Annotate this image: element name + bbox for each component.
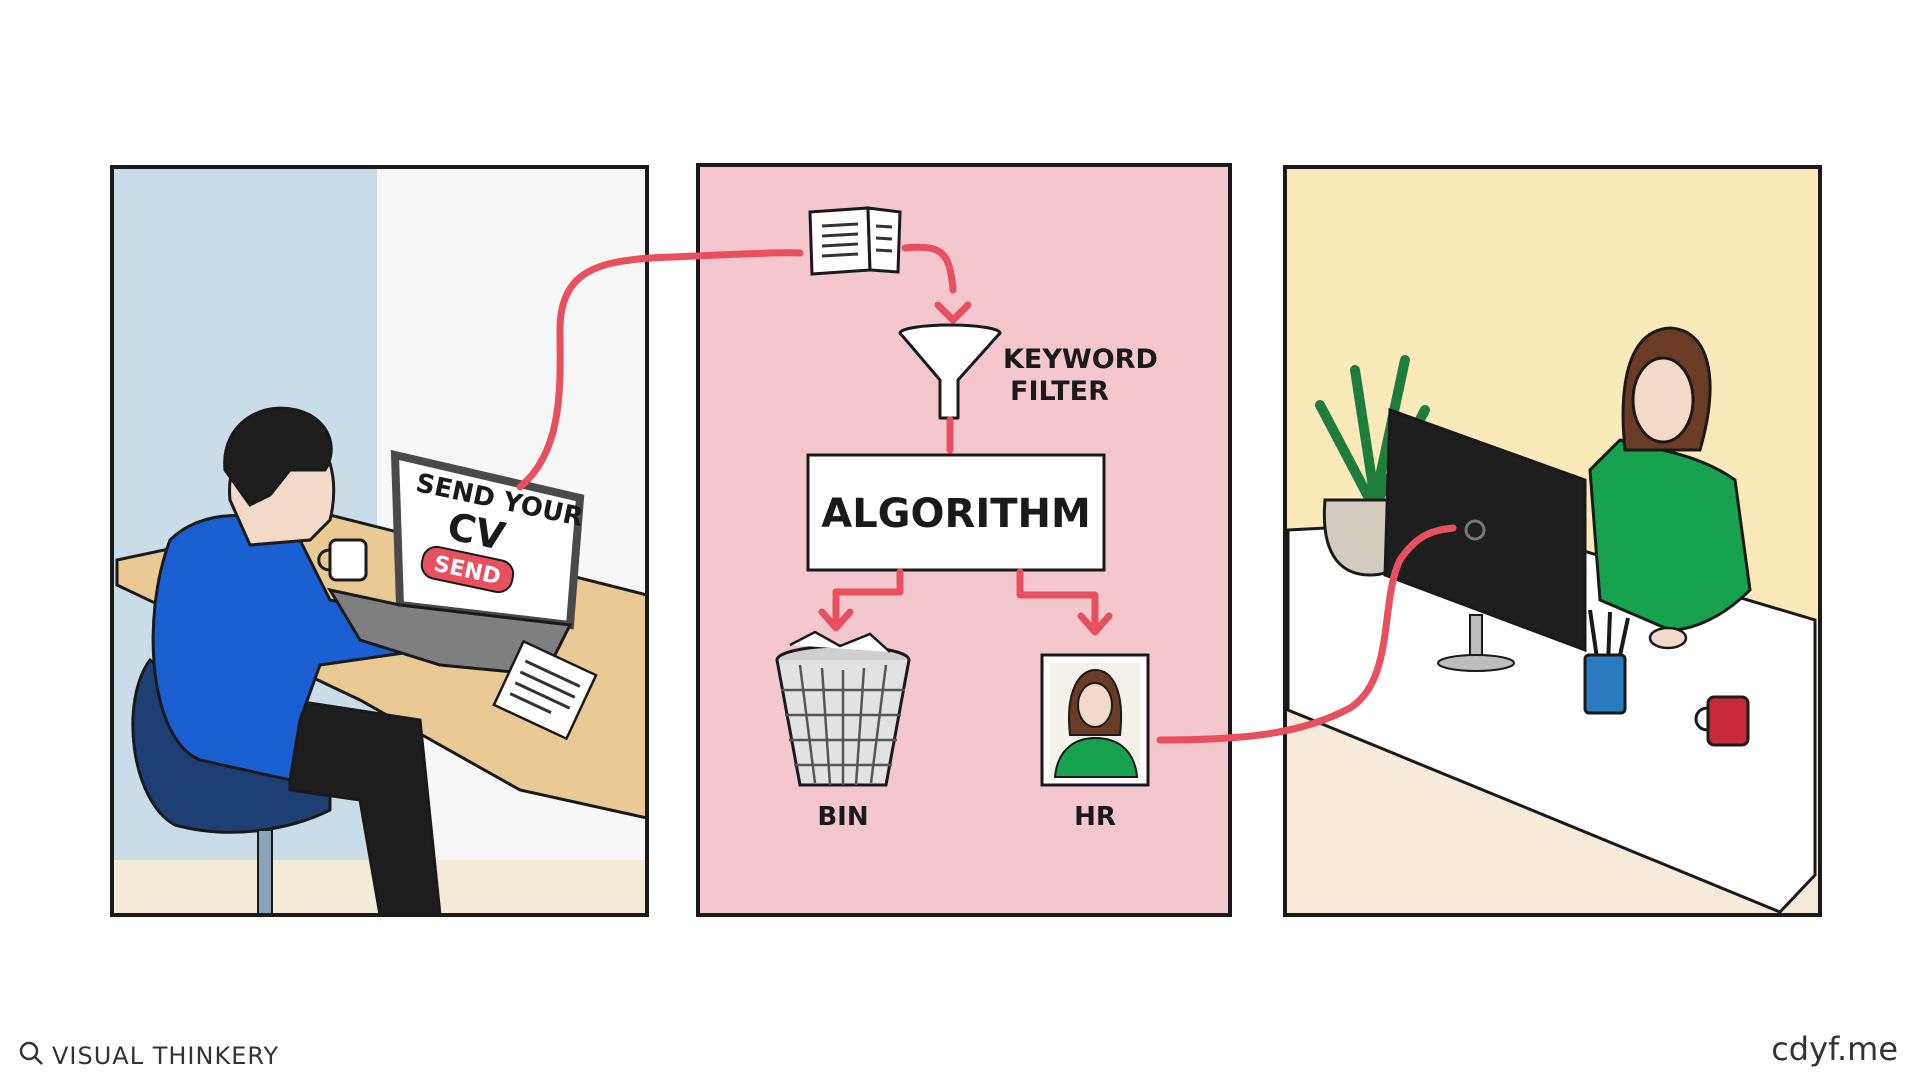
credit-left-text: VISUAL THINKERY: [52, 1042, 280, 1070]
keyword-filter-label-line1: KEYWORD: [1003, 344, 1158, 375]
hand: [1648, 626, 1688, 650]
keyword-filter-label-line2: FILTER: [1010, 376, 1109, 407]
panel-applicant: SEND YOUR CV SEND: [110, 165, 649, 917]
bin-label: BIN: [817, 802, 868, 832]
panel-hr: [1283, 165, 1822, 917]
visual-thinkery-credit: VISUAL THINKERY: [18, 1040, 279, 1072]
credit-right-text: cdyf.me: [1771, 1030, 1898, 1068]
search-logo-icon: [18, 1040, 44, 1072]
face: [1631, 356, 1695, 444]
portrait-icon: [1040, 653, 1150, 787]
cartoon-scene: SEND YOUR CV SEND KEYWORD FILTER ALGORIT…: [110, 163, 1822, 917]
document-icon: [808, 206, 902, 276]
algorithm-label: ALGORITHM: [821, 491, 1091, 537]
hr-label: HR: [1074, 802, 1116, 832]
bin-icon: [775, 630, 911, 787]
panel-algorithm: KEYWORD FILTER ALGORITHM BIN HR: [696, 163, 1232, 917]
